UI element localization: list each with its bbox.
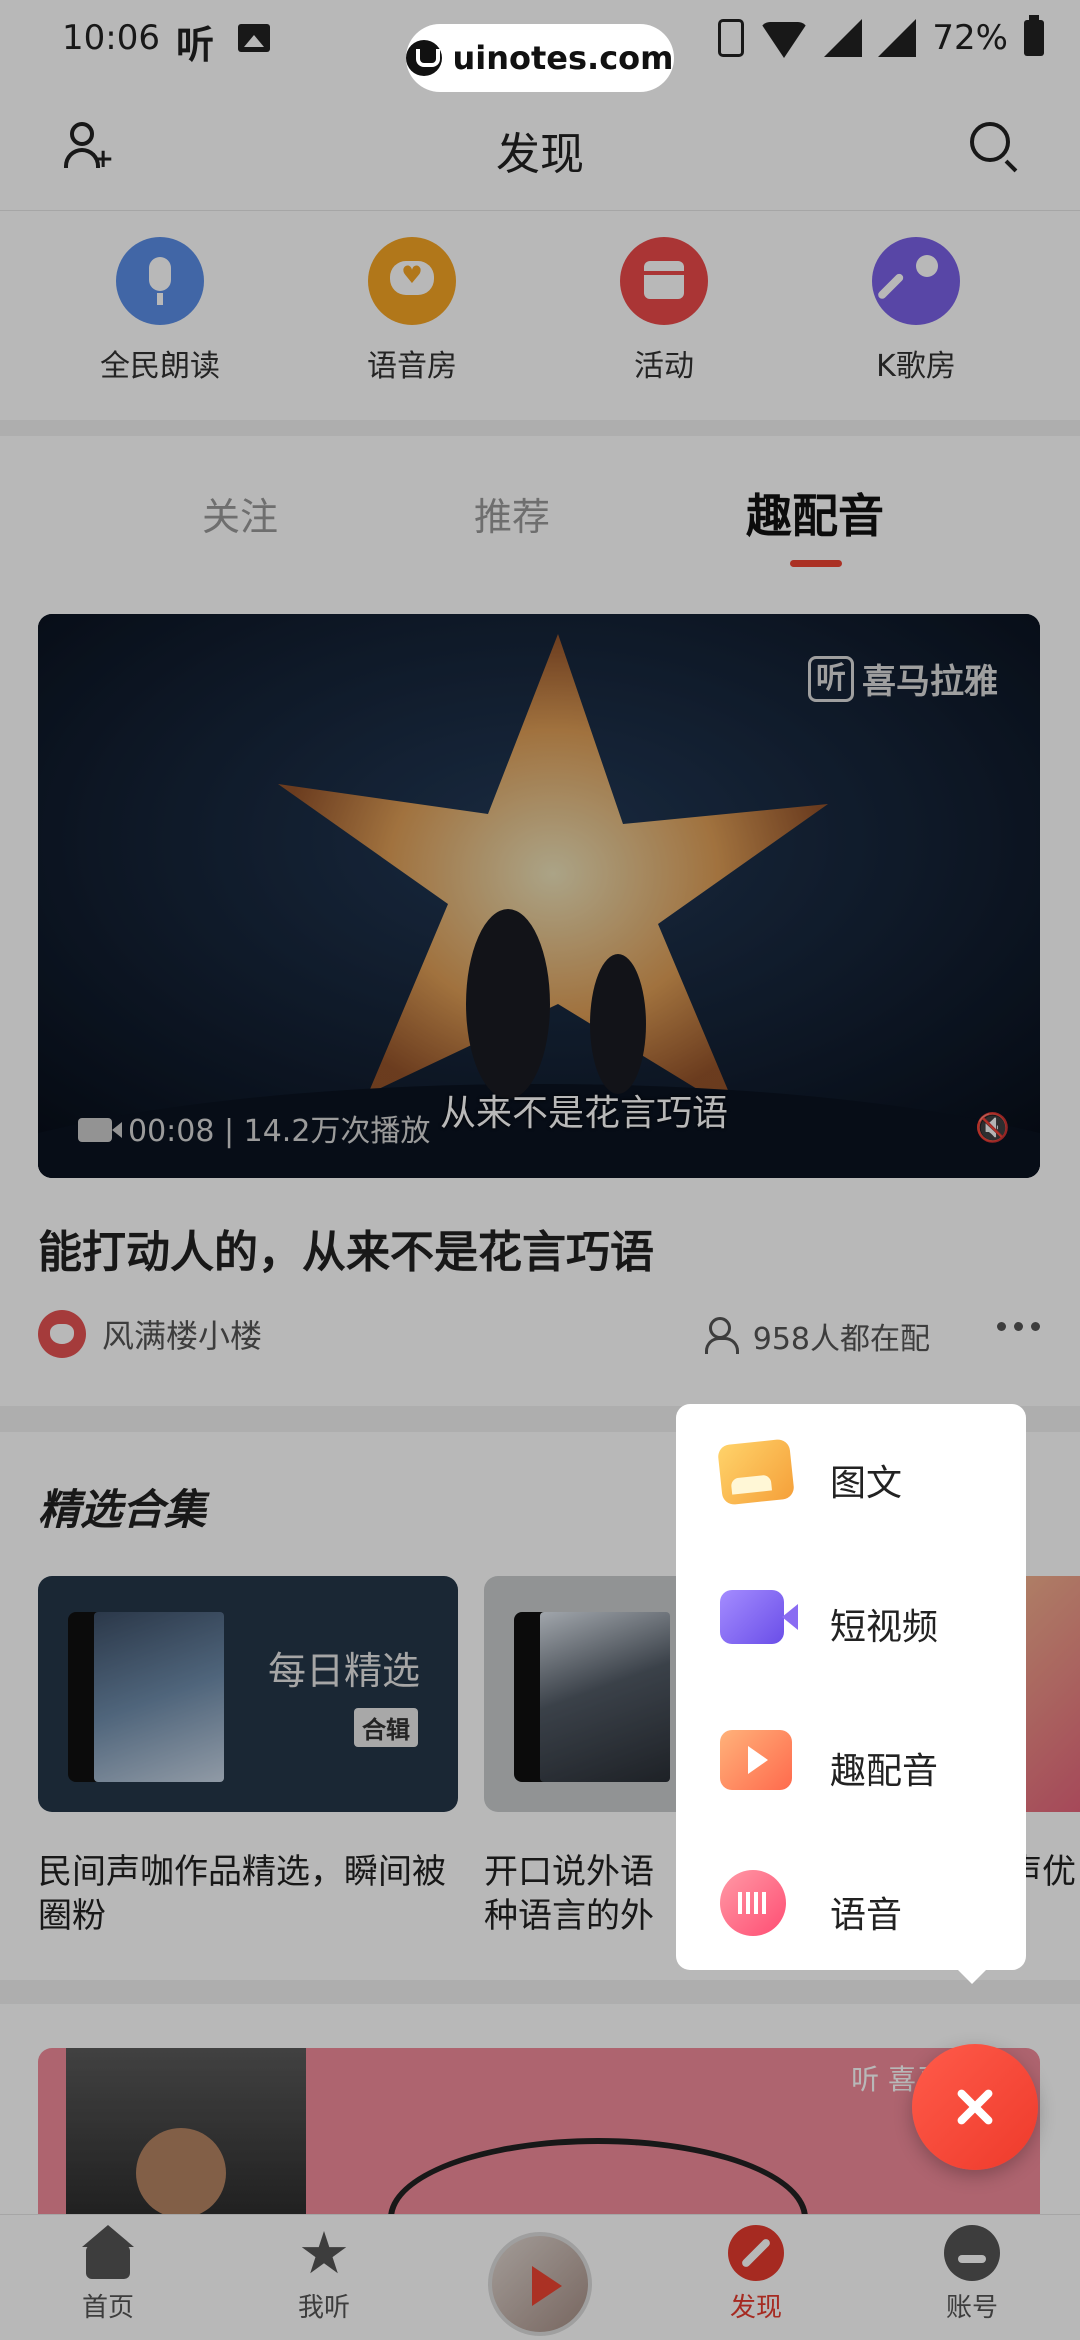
video-camera-icon [720,1590,798,1644]
watermark-logo-icon [406,40,443,76]
create-menu-popup: 图文 短视频 趣配音 语音 [676,1404,1026,1984]
menu-item-label: 语音 [830,1895,903,1936]
menu-item-short-video[interactable]: 短视频 [676,1552,1026,1692]
dim-overlay[interactable] [0,0,1080,2340]
image-text-icon [717,1438,795,1506]
close-button[interactable] [912,2044,1038,2170]
menu-item-dubbing[interactable]: 趣配音 [676,1696,1026,1836]
dubbing-icon [720,1730,792,1790]
watermark: uinotes.com [406,24,674,92]
watermark-text: uinotes.com [452,39,674,77]
voice-bubble-icon [720,1870,786,1936]
menu-item-label: 图文 [830,1463,903,1504]
menu-item-voice[interactable]: 语音 [676,1840,1026,1980]
menu-item-label: 短视频 [830,1607,939,1648]
menu-item-label: 趣配音 [830,1751,939,1792]
menu-item-image-text[interactable]: 图文 [676,1408,1026,1548]
